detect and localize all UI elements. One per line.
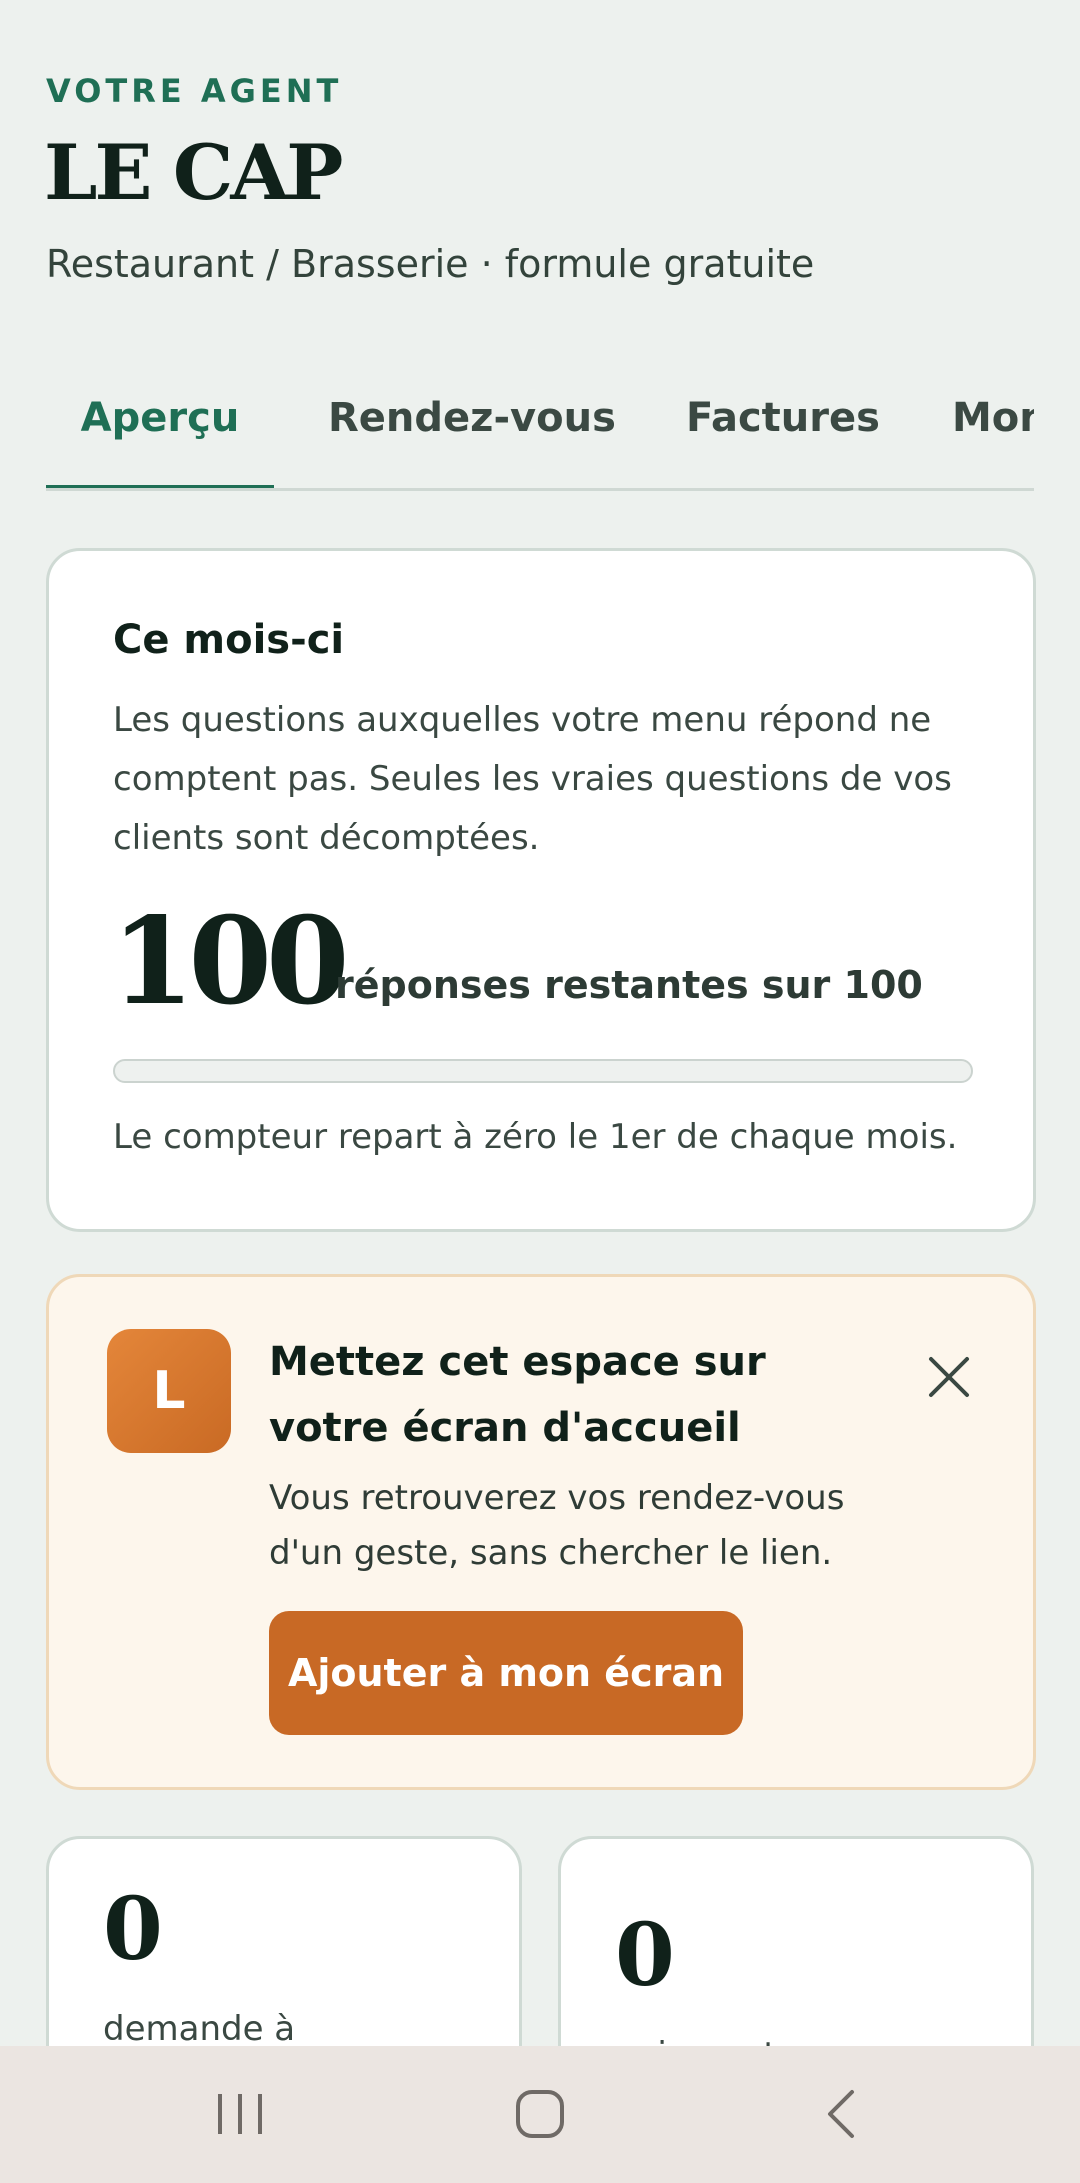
reset-note: Le compteur repart à zéro le 1er de chaq… — [113, 1117, 958, 1157]
stat-requests-value: 0 — [103, 1879, 163, 1980]
remaining-count: 100 — [111, 891, 349, 1032]
system-navigation-bar — [0, 2046, 1080, 2183]
tab-apercu[interactable]: Aperçu — [46, 380, 274, 488]
back-icon[interactable] — [812, 2084, 872, 2144]
install-description: Vous retrouverez vos rendez-vous d'un ge… — [269, 1478, 845, 1573]
stat-card-payments[interactable]: 0 paiement reçu — [558, 1836, 1034, 2046]
usage-description: Les questions auxquelles votre menu répo… — [113, 700, 952, 858]
usage-progress-bar — [113, 1059, 973, 1083]
stat-card-requests[interactable]: 0 demande à — [46, 1836, 522, 2046]
stat-requests-label: demande à — [103, 2009, 296, 2046]
page-subtitle: Restaurant / Brasserie · formule gratuit… — [46, 242, 815, 286]
app-page: VOTRE AGENT LE CAP Restaurant / Brasseri… — [0, 0, 1080, 2046]
usage-card: Ce mois-ci Les questions auxquelles votr… — [46, 548, 1036, 1232]
home-icon[interactable] — [510, 2084, 570, 2144]
usage-heading: Ce mois-ci — [113, 617, 345, 663]
close-icon[interactable] — [919, 1347, 979, 1407]
install-heading: Mettez cet espace sur votre écran d'accu… — [269, 1339, 766, 1451]
remaining-label: réponses restantes sur 100 — [335, 963, 923, 1007]
agent-eyebrow: VOTRE AGENT — [46, 72, 343, 110]
tab-bar: Aperçu Rendez-vous Factures Mon — [46, 380, 1034, 491]
tab-factures[interactable]: Factures — [686, 380, 880, 485]
tab-mon[interactable]: Mon — [952, 380, 1034, 485]
page-title: LE CAP — [44, 128, 343, 217]
tab-rendez-vous[interactable]: Rendez-vous — [328, 380, 616, 485]
install-banner: L Mettez cet espace sur votre écran d'ac… — [46, 1274, 1036, 1790]
app-icon: L — [107, 1329, 231, 1453]
recents-icon[interactable] — [210, 2084, 270, 2144]
stat-payments-label: paiement reçu — [615, 2035, 862, 2046]
add-to-home-button[interactable]: Ajouter à mon écran — [269, 1611, 743, 1735]
stat-payments-value: 0 — [615, 1905, 675, 2006]
